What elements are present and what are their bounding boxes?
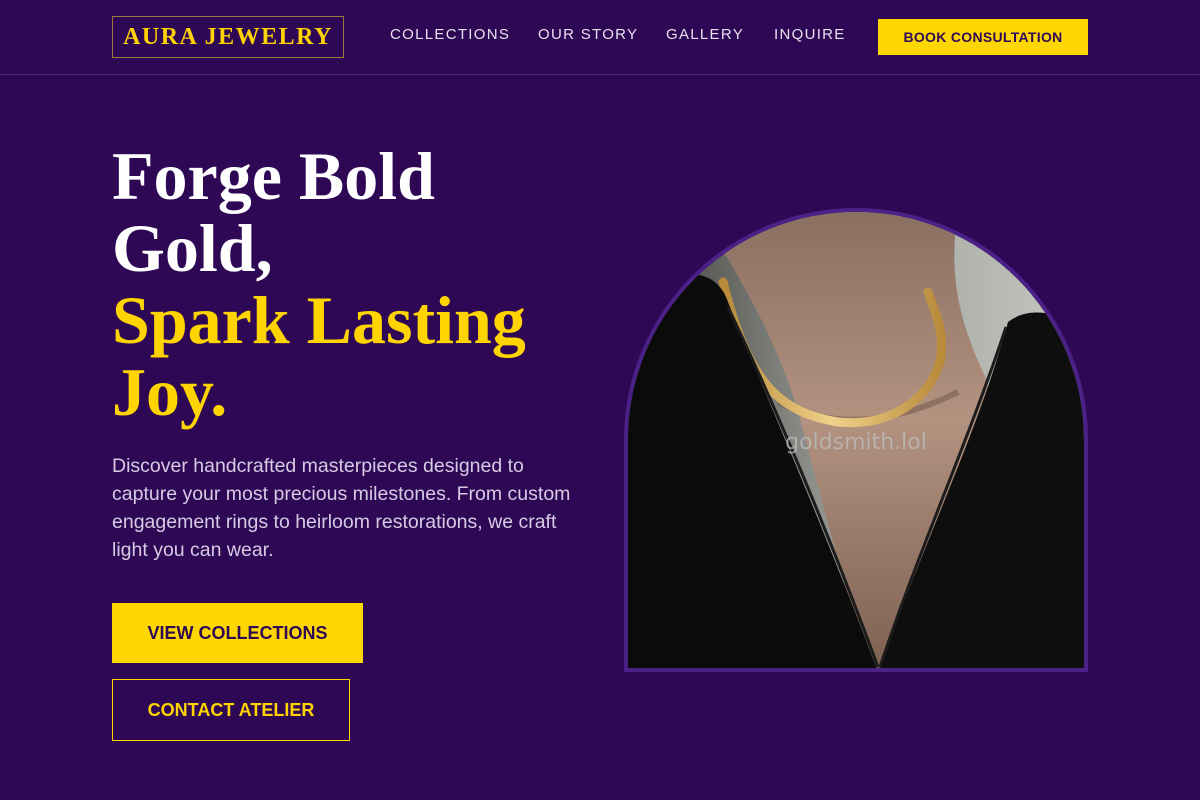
headline-line-white: Forge Bold Gold, <box>112 138 435 286</box>
brand-logo[interactable]: AURA JEWELRY <box>112 16 344 58</box>
nav-inquire-link[interactable]: INQUIRE <box>774 26 846 46</box>
hero-image-arch: goldsmith.lol <box>624 208 1088 672</box>
contact-atelier-button[interactable]: CONTACT ATELIER <box>112 679 350 741</box>
headline-line-gold: Spark Lasting Joy. <box>112 282 526 430</box>
hero-headline: Forge Bold Gold, Spark Lasting Joy. <box>112 140 592 428</box>
book-consultation-button[interactable]: BOOK CONSULTATION <box>878 19 1088 55</box>
nav-gallery-link[interactable]: GALLERY <box>666 26 744 46</box>
nav-our-story-link[interactable]: OUR STORY <box>538 26 638 46</box>
view-collections-button[interactable]: VIEW COLLECTIONS <box>112 603 363 663</box>
image-watermark: goldsmith.lol <box>785 430 927 455</box>
nav-collections-link[interactable]: COLLECTIONS <box>390 26 510 46</box>
hero-description: Discover handcrafted masterpieces design… <box>112 455 571 561</box>
site-header: AURA JEWELRY COLLECTIONS OUR STORY GALLE… <box>0 0 1200 75</box>
